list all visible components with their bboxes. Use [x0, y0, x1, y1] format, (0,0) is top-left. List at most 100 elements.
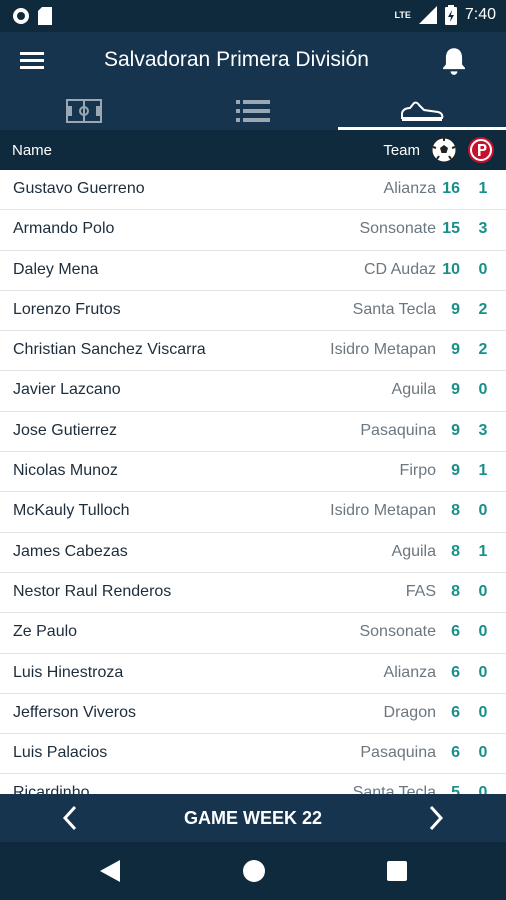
player-goals: 6: [451, 663, 460, 681]
player-penalties: 2: [478, 300, 488, 318]
tab-top-scorers[interactable]: [338, 92, 506, 130]
player-penalties: 0: [478, 784, 488, 794]
player-penalties: 0: [478, 663, 488, 681]
player-team: Isidro Metapan: [330, 502, 436, 520]
player-row[interactable]: Javier Lazcano Aguila 9 0: [0, 371, 506, 412]
player-goals: 9: [451, 462, 460, 480]
player-goals: 10: [442, 260, 460, 278]
player-name: James Cabezas: [13, 542, 128, 560]
player-team: Pasaquina: [360, 744, 436, 762]
sd-card-icon: [38, 7, 52, 25]
player-row[interactable]: Luis Hinestroza Alianza 6 0: [0, 653, 506, 694]
player-goals: 8: [451, 582, 460, 600]
player-team: FAS: [405, 582, 436, 600]
player-goals: 9: [451, 300, 460, 318]
player-name: Lorenzo Frutos: [13, 300, 121, 318]
player-goals: 15: [442, 220, 460, 238]
player-team: Aguila: [391, 381, 436, 399]
player-team: Alianza: [383, 180, 436, 197]
player-row[interactable]: McKauly Tulloch Isidro Metapan 8 0: [0, 492, 506, 533]
player-row[interactable]: Gustavo Guerreno Alianza 16 1: [0, 170, 506, 211]
player-penalties: 0: [478, 260, 488, 278]
player-penalties: 1: [478, 542, 488, 560]
player-name: Luis Palacios: [13, 744, 108, 762]
player-name: Jose Gutierrez: [13, 421, 118, 439]
player-name: Ricardinho: [13, 784, 90, 794]
player-row[interactable]: Nicolas Munoz Firpo 9 1: [0, 452, 506, 493]
player-goals: 6: [451, 744, 460, 762]
game-week-bar: GAME WEEK 22: [0, 794, 506, 842]
player-team: Sonsonate: [359, 220, 436, 238]
player-row[interactable]: James Cabezas Aguila 8 1: [0, 532, 506, 573]
player-name: Christian Sanchez Viscarra: [13, 341, 206, 359]
player-goals: 8: [451, 542, 460, 560]
player-row[interactable]: Nestor Raul Renderos FAS 8 0: [0, 572, 506, 614]
scorers-list: Gustavo Guerreno Alianza 16 1 Armando Polo So…: [0, 170, 506, 794]
player-penalties: 3: [478, 421, 488, 439]
player-name: McKauly Tulloch: [13, 502, 130, 520]
column-name: Name: [12, 142, 53, 159]
player-team: Santa Tecla: [352, 300, 436, 318]
status-bar: LTE 7:40: [0, 0, 506, 32]
player-goals: 9: [451, 341, 460, 359]
player-row[interactable]: Ze Paulo Sonsonate 6 0: [0, 613, 506, 654]
player-team: Dragon: [383, 703, 436, 721]
player-goals: 8: [451, 502, 460, 520]
column-team: Team: [383, 142, 420, 159]
menu-icon[interactable]: [20, 48, 50, 76]
player-penalties: 0: [478, 502, 488, 520]
player-penalties: 1: [478, 180, 488, 197]
field-icon: [66, 99, 102, 123]
player-penalties: 1: [478, 462, 488, 480]
player-goals: 9: [451, 381, 460, 399]
shoe-icon: [401, 101, 444, 121]
player-goals: 16: [442, 180, 460, 197]
player-team: Firpo: [399, 462, 436, 480]
status-time: 7:40: [464, 6, 496, 23]
player-team: CD Audaz: [363, 260, 436, 278]
home-icon[interactable]: [243, 860, 265, 882]
player-name: Armando Polo: [13, 220, 115, 238]
player-name: Jefferson Viveros: [13, 703, 137, 721]
player-goals: 6: [451, 623, 460, 641]
player-penalties: 0: [478, 623, 488, 641]
column-header: Name Team: [0, 130, 506, 170]
network-type: LTE: [394, 10, 411, 20]
player-team: Aguila: [391, 542, 436, 560]
recents-icon[interactable]: [387, 861, 407, 881]
player-row[interactable]: Lorenzo Frutos Santa Tecla 9 2: [0, 290, 506, 332]
player-name: Luis Hinestroza: [13, 663, 124, 681]
player-name: Nicolas Munoz: [13, 462, 118, 480]
player-row[interactable]: Daley Mena CD Audaz 10 0: [0, 250, 506, 291]
player-row[interactable]: Ricardinho Santa Tecla 5 0: [0, 774, 506, 794]
player-row[interactable]: Armando Polo Sonsonate 15 3: [0, 210, 506, 251]
player-name: Gustavo Guerreno: [13, 180, 145, 197]
player-penalties: 0: [478, 381, 488, 399]
back-icon[interactable]: [100, 860, 120, 882]
soccer-ball-icon: [431, 137, 457, 163]
tab-standings[interactable]: [169, 92, 337, 130]
bell-icon[interactable]: [440, 46, 468, 76]
player-row[interactable]: Jose Gutierrez Pasaquina 9 3: [0, 411, 506, 453]
player-row[interactable]: Christian Sanchez Viscarra Isidro Metapan…: [0, 331, 506, 372]
battery-icon: [444, 5, 457, 25]
system-nav-bar: [0, 842, 506, 900]
player-name: Javier Lazcano: [13, 381, 121, 399]
player-penalties: 0: [478, 744, 488, 762]
league-title: Salvadoran Primera División: [104, 48, 369, 71]
penalty-icon: [468, 137, 494, 163]
app-bar: Salvadoran Primera División: [0, 32, 506, 92]
tab-matches[interactable]: [0, 92, 168, 130]
player-penalties: 3: [478, 220, 488, 238]
player-name: Nestor Raul Renderos: [13, 582, 172, 600]
player-goals: 6: [451, 703, 460, 721]
tab-bar: [0, 92, 506, 130]
player-team: Pasaquina: [360, 421, 436, 439]
player-team: Isidro Metapan: [330, 341, 436, 359]
chevron-right-icon[interactable]: [424, 804, 448, 832]
player-row[interactable]: Luis Palacios Pasaquina 6 0: [0, 734, 506, 775]
player-penalties: 2: [478, 341, 488, 359]
player-penalties: 0: [478, 582, 488, 600]
player-goals: 9: [451, 421, 460, 439]
player-row[interactable]: Jefferson Viveros Dragon 6 0: [0, 693, 506, 735]
